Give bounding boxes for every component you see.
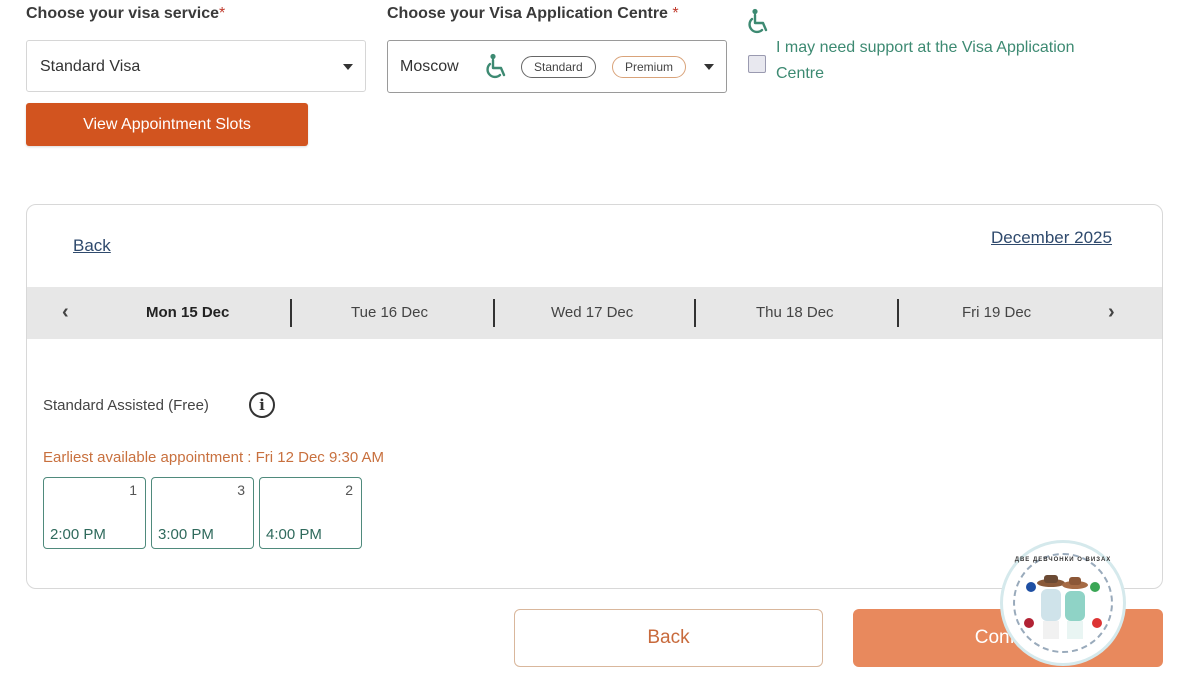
visa-service-label: Choose your visa service*: [26, 5, 225, 23]
support-text-line1: I may need support at the Visa Applicati…: [776, 39, 1075, 56]
time-slot[interactable]: 3 3:00 PM: [151, 477, 254, 549]
day-selector: ‹ Mon 15 Dec Tue 16 Dec Wed 17 Dec Thu 1…: [27, 287, 1162, 339]
chevron-down-icon: [704, 64, 714, 70]
centre-value: Moscow: [400, 58, 459, 75]
day-divider: [694, 299, 696, 327]
support-checkbox[interactable]: [748, 55, 766, 73]
earliest-appointment-text: Earliest available appointment : Fri 12 …: [43, 449, 385, 466]
watermark-logo: ДВЕ ДЕВЧОНКИ О ВИЗАХ: [1000, 540, 1126, 666]
chevron-down-icon: [343, 64, 353, 70]
back-link[interactable]: Back: [73, 236, 111, 256]
support-text-line2: Centre: [776, 65, 825, 82]
standard-pill: Standard: [521, 56, 596, 78]
day-tab-wed[interactable]: Wed 17 Dec: [551, 304, 633, 321]
centre-select[interactable]: Moscow Standard Premium: [387, 40, 727, 93]
required-mark: *: [218, 5, 226, 22]
service-type-label: Standard Assisted (Free): [43, 397, 209, 414]
visa-service-label-text: Choose your visa service: [26, 5, 219, 22]
day-tab-fri[interactable]: Fri 19 Dec: [962, 304, 1031, 321]
required-mark: *: [672, 5, 679, 22]
slot-time: 3:00 PM: [158, 526, 214, 543]
view-appointment-slots-button[interactable]: View Appointment Slots: [26, 103, 308, 146]
logo-text: ДВЕ ДЕВЧОНКИ О ВИЗАХ: [1014, 557, 1112, 563]
info-icon[interactable]: i: [249, 392, 275, 418]
support-label: I may need support at the Visa Applicati…: [776, 35, 1075, 87]
day-tab-mon[interactable]: Mon 15 Dec: [146, 304, 229, 321]
slot-time: 4:00 PM: [266, 526, 322, 543]
month-link[interactable]: December 2025: [991, 228, 1112, 248]
slot-count: 1: [129, 482, 137, 498]
day-divider: [290, 299, 292, 327]
day-divider: [897, 299, 899, 327]
time-slot[interactable]: 2 4:00 PM: [259, 477, 362, 549]
slot-count: 2: [345, 482, 353, 498]
time-slot[interactable]: 1 2:00 PM: [43, 477, 146, 549]
back-button[interactable]: Back: [514, 609, 823, 667]
centre-label: Choose your Visa Application Centre *: [387, 5, 679, 23]
slot-count: 3: [237, 482, 245, 498]
chevron-right-icon[interactable]: ›: [1108, 301, 1115, 324]
wheelchair-icon: [748, 8, 768, 34]
wheelchair-icon: [486, 53, 506, 79]
visa-service-value: Standard Visa: [40, 58, 141, 75]
slot-time: 2:00 PM: [50, 526, 106, 543]
premium-pill: Premium: [612, 56, 687, 78]
visa-service-select[interactable]: Standard Visa: [26, 40, 366, 92]
day-tab-thu[interactable]: Thu 18 Dec: [756, 304, 834, 321]
day-divider: [493, 299, 495, 327]
chevron-left-icon[interactable]: ‹: [62, 301, 69, 324]
travel-girls-illustration: [1024, 575, 1102, 639]
day-tab-tue[interactable]: Tue 16 Dec: [351, 304, 428, 321]
centre-label-text: Choose your Visa Application Centre: [387, 5, 673, 22]
